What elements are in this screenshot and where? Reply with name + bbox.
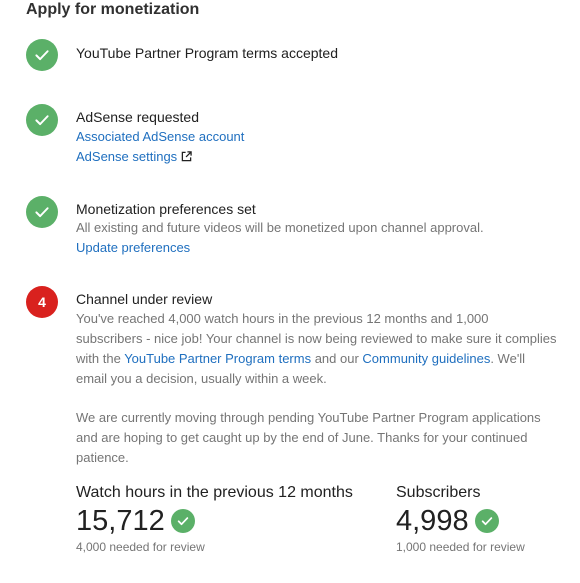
review-text-b: and our — [311, 351, 363, 366]
external-link-icon — [181, 151, 192, 162]
step-title: YouTube Partner Program terms accepted — [76, 45, 338, 61]
step-number-badge: 4 — [26, 286, 58, 318]
update-preferences-link[interactable]: Update preferences — [76, 240, 190, 255]
check-icon — [26, 196, 58, 228]
subscribers-stat: Subscribers 4,998 1,000 needed for revie… — [396, 483, 525, 555]
step-title: AdSense requested — [76, 109, 199, 125]
community-guidelines-link[interactable]: Community guidelines — [362, 351, 490, 366]
step-title: Monetization preferences set — [76, 201, 256, 217]
monetization-page: Apply for monetization YouTube Partner P… — [0, 0, 580, 583]
watch-hours-stat: Watch hours in the previous 12 months 15… — [76, 483, 353, 555]
check-icon — [26, 104, 58, 136]
review-paragraph: You've reached 4,000 watch hours in the … — [76, 309, 558, 389]
step-title: Channel under review — [76, 291, 213, 307]
subscribers-value: 4,998 — [396, 505, 469, 537]
subscribers-label: Subscribers — [396, 484, 481, 501]
associated-adsense-account-link[interactable]: Associated AdSense account — [76, 129, 244, 144]
step-description: All existing and future videos will be m… — [76, 220, 484, 235]
check-icon — [26, 39, 58, 71]
patience-paragraph: We are currently moving through pending … — [76, 410, 541, 465]
watch-hours-label: Watch hours in the previous 12 months — [76, 484, 353, 501]
page-title: Apply for monetization — [26, 1, 200, 18]
adsense-settings-link[interactable]: AdSense settings — [76, 149, 192, 164]
watch-hours-value: 15,712 — [76, 505, 165, 537]
check-icon — [474, 509, 499, 533]
check-icon — [170, 509, 195, 533]
watch-hours-note: 4,000 needed for review — [76, 540, 205, 554]
subscribers-note: 1,000 needed for review — [396, 540, 525, 554]
partner-program-terms-link[interactable]: YouTube Partner Program terms — [124, 351, 311, 366]
adsense-settings-label: AdSense settings — [76, 149, 178, 164]
